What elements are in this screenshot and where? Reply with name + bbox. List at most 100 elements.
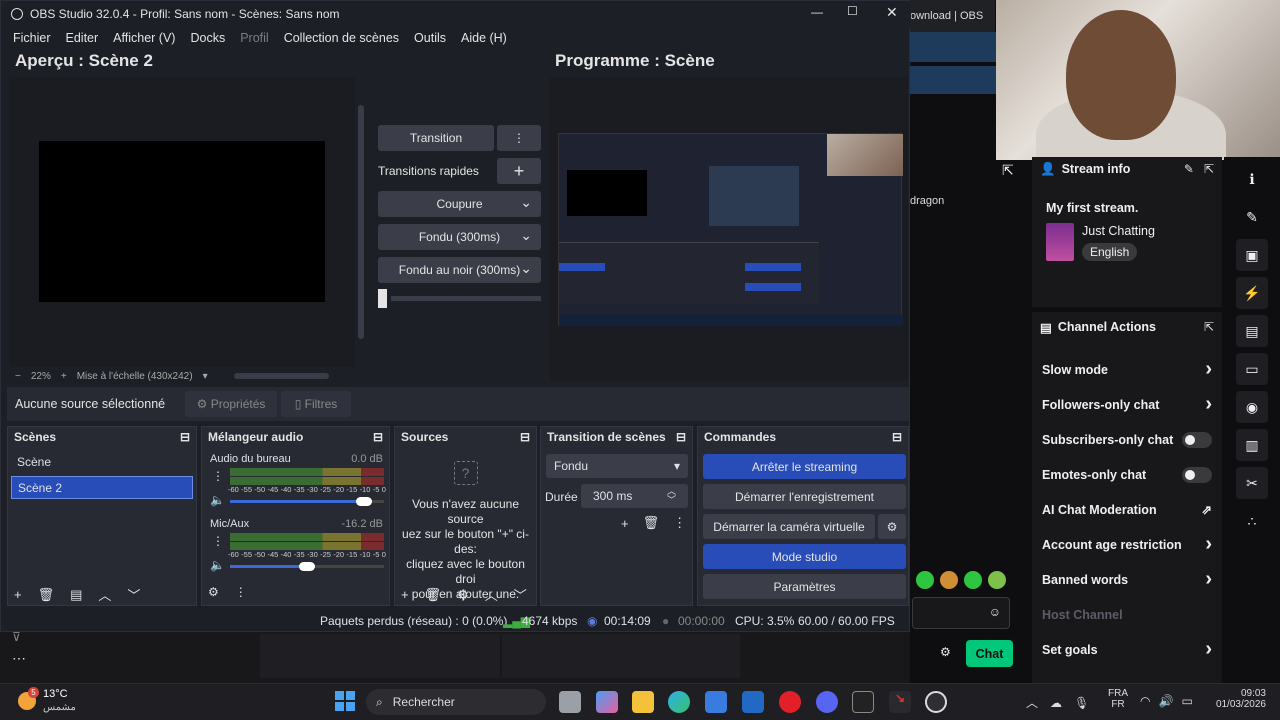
quick-transition-button[interactable]: Fondu (300ms) ⌄ (378, 224, 541, 250)
status-icons[interactable]: ◠ 🔊 ▭ (1140, 694, 1193, 708)
volume-slider[interactable] (230, 497, 384, 506)
trash-icon[interactable]: 🗑 (425, 587, 442, 603)
preview-scrollbar[interactable] (358, 105, 364, 339)
filters-button[interactable]: ▯ Filtres (281, 391, 351, 417)
task-view-icon[interactable] (559, 691, 581, 713)
filter-icon[interactable]: ▤ (70, 587, 82, 603)
volume-slider-knob[interactable] (298, 562, 315, 571)
external-link-icon[interactable]: ⇗ (1202, 502, 1212, 517)
chat-input[interactable]: ☺ (912, 597, 1010, 629)
popout-icon[interactable]: ⇱ (1204, 320, 1214, 334)
chat-button[interactable]: Chat (966, 640, 1013, 667)
copilot-icon[interactable] (596, 691, 618, 713)
obs-taskbar-icon[interactable] (925, 691, 947, 713)
edit-icon[interactable]: ✎ (1184, 162, 1194, 176)
zoom-out-icon[interactable]: − (15, 371, 21, 382)
menu-item[interactable]: Profil (240, 31, 268, 45)
advanced-audio-icon[interactable]: ⚙ (208, 585, 219, 599)
windows-start-icon[interactable] (335, 691, 355, 711)
add-icon[interactable]: + (401, 587, 409, 602)
channel-action-item[interactable]: Host Channel (1032, 597, 1222, 632)
chevron-up-icon[interactable]: ︿ (1026, 694, 1038, 711)
wrench-icon[interactable]: ✂ (1236, 467, 1268, 499)
stop-streaming-button[interactable]: Arrêter le streaming (703, 454, 906, 479)
search-box[interactable]: ⌕ Rechercher (366, 689, 546, 715)
pencil-icon[interactable]: ✎ (1236, 201, 1268, 233)
undock-icon[interactable]: ⊟ (520, 430, 530, 444)
app-icon[interactable]: ↘ (889, 691, 911, 713)
speaker-icon[interactable]: 🔈 (210, 493, 225, 507)
virtual-camera-button[interactable]: Démarrer la caméra virtuelle (703, 514, 875, 539)
menu-item[interactable]: Afficher (V) (113, 31, 175, 45)
menu-item[interactable]: Editer (66, 31, 99, 45)
add-icon[interactable]: + (621, 516, 629, 531)
add-quick-transition-button[interactable]: + (497, 158, 541, 184)
zoom-in-icon[interactable]: + (61, 371, 67, 382)
store-icon[interactable] (705, 691, 727, 713)
menu-dots-icon[interactable]: ⋮ (673, 515, 686, 531)
onedrive-icon[interactable]: ☁ (1050, 696, 1062, 710)
undock-icon[interactable]: ⊟ (373, 430, 383, 444)
emote-icon[interactable] (940, 571, 958, 589)
popout-icon[interactable]: ⇱ (1002, 162, 1014, 179)
chat-icon[interactable]: ▭ (1236, 353, 1268, 385)
nodes-icon[interactable]: ∴ (1236, 505, 1268, 537)
popout-icon[interactable]: ⇱ (1204, 162, 1214, 176)
undock-icon[interactable]: ⊟ (892, 430, 902, 444)
capcut-icon[interactable] (852, 691, 874, 713)
gear-icon[interactable]: ⚙ (457, 587, 469, 603)
undock-icon[interactable]: ⊟ (676, 430, 686, 444)
maximize-icon[interactable]: ☐ (847, 4, 858, 18)
chevron-right-icon[interactable]: › (1205, 568, 1212, 591)
minimize-icon[interactable]: — (811, 5, 823, 19)
emote-icon[interactable] (988, 571, 1006, 589)
language-indicator[interactable]: FRA FR (1108, 688, 1128, 710)
channel-action-item[interactable]: Followers-only chat › (1032, 387, 1222, 422)
toggle-switch[interactable] (1182, 466, 1212, 483)
speaker-icon[interactable]: 🔈 (210, 558, 225, 572)
preview-area[interactable] (9, 77, 355, 367)
spinner-icon[interactable]: ︿ ﹀ (667, 487, 676, 505)
volume-slider[interactable] (230, 562, 384, 571)
chevron-down-icon[interactable]: ⌄ (520, 227, 532, 244)
menu-item[interactable]: Outils (414, 31, 446, 45)
clock[interactable]: 09:03 01/03/2026 (1210, 688, 1266, 710)
settings-button[interactable]: Paramètres (703, 574, 906, 599)
stream-category[interactable]: Just Chatting (1082, 224, 1155, 238)
channel-action-item[interactable]: Emotes-only chat (1032, 457, 1222, 492)
trash-icon[interactable]: 🗑 (38, 587, 55, 603)
scene-item[interactable]: Scène (11, 451, 193, 474)
channel-action-item[interactable]: Subscribers-only chat (1032, 422, 1222, 457)
channel-action-item[interactable]: Banned words › (1032, 562, 1222, 597)
channel-action-item[interactable]: Slow mode › (1032, 352, 1222, 387)
broadcast-icon[interactable]: ◉ (1236, 391, 1268, 423)
chevron-right-icon[interactable]: › (1205, 533, 1212, 556)
discord-icon[interactable] (816, 691, 838, 713)
gear-icon[interactable]: ⚙ (878, 514, 906, 539)
chevron-down-icon[interactable]: ⌄ (520, 194, 532, 211)
volume-slider-knob[interactable] (355, 497, 372, 506)
duration-input[interactable]: 300 ms ︿ ﹀ (581, 484, 688, 508)
chevron-down-icon[interactable]: ⌄ (520, 260, 532, 277)
layout-icon[interactable]: ▥ (1236, 429, 1268, 461)
menu-item[interactable]: Fichier (13, 31, 51, 45)
channel-action-item[interactable]: AI Chat Moderation ⇗ (1032, 492, 1222, 527)
horizontal-scrollbar[interactable] (233, 373, 329, 379)
toggle-switch[interactable] (1182, 431, 1212, 448)
studio-mode-button[interactable]: Mode studio (703, 544, 906, 569)
edge-icon[interactable] (668, 691, 690, 713)
trash-icon[interactable]: 🗑 (643, 515, 660, 531)
lightning-icon[interactable]: ⚡ (1236, 277, 1268, 309)
chevron-up-icon[interactable]: ︿ (485, 585, 498, 604)
close-icon[interactable]: ✕ (886, 4, 898, 21)
chevron-right-icon[interactable]: › (1205, 358, 1212, 381)
chevron-down-icon[interactable]: ﹀ (514, 585, 527, 604)
menu-item[interactable]: Aide (H) (461, 31, 507, 45)
start-recording-button[interactable]: Démarrer l'enregistrement (703, 484, 906, 509)
transition-button[interactable]: Transition (378, 125, 494, 151)
t-bar[interactable] (391, 296, 541, 301)
chevron-down-icon[interactable]: ﹀ (127, 585, 140, 604)
chevron-up-icon[interactable]: ︿ (98, 585, 111, 604)
menu-item[interactable]: Docks (190, 31, 225, 45)
gear-icon[interactable]: ⚙ (940, 645, 951, 659)
